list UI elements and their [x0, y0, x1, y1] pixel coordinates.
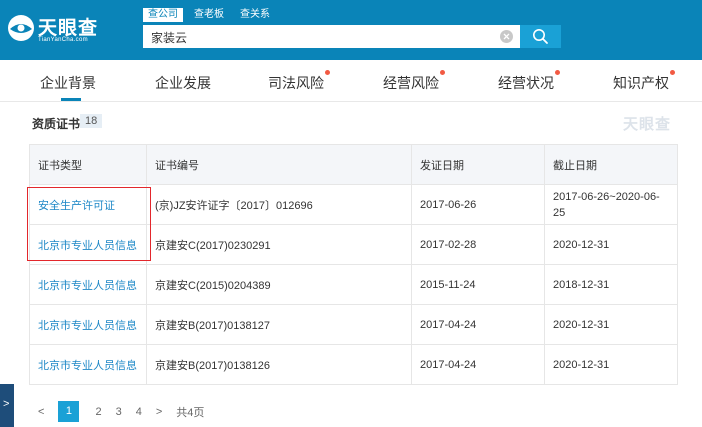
- expiry-date: 2020-12-31: [544, 224, 678, 265]
- certificate-table: 证书类型 证书编号 发证日期 截止日期 安全生产许可证 (京)JZ安许证字〔20…: [29, 144, 678, 385]
- nav-tab-intellectual-property[interactable]: 知识产权: [613, 70, 675, 93]
- cert-type-link[interactable]: 北京市专业人员信息: [29, 264, 147, 305]
- header-cert-type: 证书类型: [29, 144, 147, 185]
- chevron-right-icon: >: [3, 398, 10, 410]
- issue-date: 2017-06-26: [411, 184, 545, 225]
- nav-tab-label: 知识产权: [613, 75, 669, 91]
- table-header-row: 证书类型 证书编号 发证日期 截止日期: [29, 144, 678, 185]
- side-expand-tab[interactable]: >: [0, 384, 14, 427]
- expiry-date: 2020-12-31: [544, 344, 678, 385]
- search-button[interactable]: [520, 25, 561, 48]
- logo[interactable]: 天眼查 TianYanCha.com: [6, 11, 116, 47]
- expiry-date: 2017-06-26~2020-06-25: [544, 184, 678, 225]
- nav-tab-operating-status[interactable]: 经营状况: [498, 70, 560, 93]
- tab-search-relation[interactable]: 查关系: [235, 8, 275, 22]
- pagination-page-3[interactable]: 3: [116, 406, 122, 418]
- section-title: 资质证书: [32, 117, 81, 131]
- active-tab-indicator: [61, 98, 81, 101]
- nav-tab-background[interactable]: 企业背景: [40, 73, 96, 93]
- pagination-total: 共4页: [176, 406, 205, 419]
- notification-dot: [670, 70, 675, 75]
- nav-tab-development[interactable]: 企业发展: [155, 73, 211, 93]
- brand-watermark: 天眼查: [623, 116, 672, 133]
- pagination-page-2[interactable]: 2: [95, 406, 101, 418]
- cert-number: 京建安C(2017)0230291: [146, 224, 412, 265]
- header-cert-number: 证书编号: [146, 144, 412, 185]
- pagination-prev[interactable]: <: [38, 406, 44, 418]
- expiry-date: 2018-12-31: [544, 264, 678, 305]
- search-icon: [533, 29, 548, 44]
- issue-date: 2017-04-24: [411, 304, 545, 345]
- nav-tab-label: 司法风险: [268, 75, 324, 91]
- tab-search-company[interactable]: 查公司: [143, 8, 183, 22]
- notification-dot: [325, 70, 330, 75]
- cert-number: 京建安C(2015)0204389: [146, 264, 412, 305]
- cert-type-link[interactable]: 北京市专业人员信息: [29, 344, 147, 385]
- expiry-date: 2020-12-31: [544, 304, 678, 345]
- nav-tab-label: 经营状况: [498, 75, 554, 91]
- section-nav: 企业背景 企业发展 司法风险 经营风险 经营状况 知识产权: [0, 60, 702, 102]
- expiry-date-text: 2017-06-26~2020-06-25: [553, 190, 660, 219]
- logo-text: 天眼查: [38, 18, 99, 39]
- nav-tab-label: 经营风险: [383, 75, 439, 91]
- issue-date: 2015-11-24: [411, 264, 545, 305]
- tab-search-boss[interactable]: 查老板: [189, 8, 229, 22]
- annotation-highlight-box: [27, 187, 151, 261]
- pagination-page-4[interactable]: 4: [136, 406, 142, 418]
- pagination: < 1 2 3 4 > 共4页: [38, 401, 204, 422]
- search-tabs: 查公司 查老板 查关系: [143, 8, 275, 22]
- header-issue-date: 发证日期: [411, 144, 545, 185]
- notification-dot: [440, 70, 445, 75]
- issue-date: 2017-04-24: [411, 344, 545, 385]
- cert-number: (京)JZ安许证字〔2017〕012696: [146, 184, 412, 225]
- cert-type-link[interactable]: 北京市专业人员信息: [29, 304, 147, 345]
- cert-number: 京建安B(2017)0138126: [146, 344, 412, 385]
- clear-icon[interactable]: [500, 30, 513, 43]
- table-row: 北京市专业人员信息 京建安B(2017)0138127 2017-04-24 2…: [29, 304, 678, 345]
- search-input[interactable]: 家装云: [143, 25, 520, 48]
- pagination-page-1[interactable]: 1: [58, 401, 80, 422]
- nav-tab-judicial-risk[interactable]: 司法风险: [268, 70, 330, 93]
- section-count-badge: 18: [80, 114, 103, 128]
- pagination-next[interactable]: >: [156, 406, 162, 418]
- cert-number: 京建安B(2017)0138127: [146, 304, 412, 345]
- notification-dot: [555, 70, 560, 75]
- top-header: 天眼查 TianYanCha.com 查公司 查老板 查关系 家装云: [0, 0, 702, 60]
- search-query[interactable]: 家装云: [151, 29, 187, 46]
- header-expiry-date: 截止日期: [544, 144, 678, 185]
- table-row: 北京市专业人员信息 京建安B(2017)0138126 2017-04-24 2…: [29, 344, 678, 385]
- issue-date: 2017-02-28: [411, 224, 545, 265]
- eye-logo-icon: [8, 15, 34, 41]
- logo-subtitle: TianYanCha.com: [38, 37, 88, 43]
- table-row: 北京市专业人员信息 京建安C(2015)0204389 2015-11-24 2…: [29, 264, 678, 305]
- nav-tab-operating-risk[interactable]: 经营风险: [383, 70, 445, 93]
